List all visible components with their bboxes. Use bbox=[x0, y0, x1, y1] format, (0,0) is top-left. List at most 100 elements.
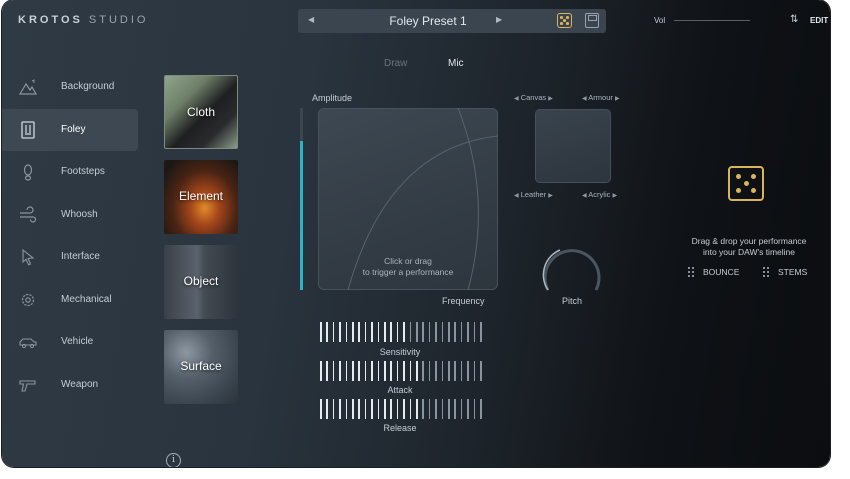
slider-tick bbox=[390, 399, 392, 419]
preset-name: Foley Preset 1 bbox=[389, 14, 467, 28]
slider-tick bbox=[467, 399, 469, 419]
slider-tick bbox=[435, 361, 437, 381]
sidebar-item-interface[interactable]: Interface bbox=[2, 236, 138, 279]
foley-box-icon bbox=[21, 120, 35, 139]
blend-top-right[interactable]: ◀ Armour ▶ bbox=[582, 93, 620, 102]
slider-tick bbox=[326, 322, 328, 342]
slider-tick bbox=[422, 399, 424, 419]
slider-tick bbox=[339, 361, 341, 381]
sensitivity-slider[interactable] bbox=[320, 322, 484, 342]
edit-button[interactable]: EDIT bbox=[810, 16, 828, 25]
preset-selector[interactable]: ◀ Foley Preset 1 ▶ bbox=[298, 9, 606, 33]
sidebar-item-weapon[interactable]: Weapon bbox=[2, 364, 138, 407]
slider-tick bbox=[460, 322, 463, 342]
pitch-label: Pitch bbox=[562, 296, 583, 306]
sidebar-item-vehicle[interactable]: Vehicle bbox=[2, 321, 138, 364]
slider-tick bbox=[454, 361, 456, 381]
blend-bottom-right[interactable]: ◀ Acrylic ▶ bbox=[582, 190, 617, 199]
randomize-performance-dice-icon[interactable] bbox=[728, 166, 764, 201]
category-sidebar: Background Foley Footsteps Whoosh Interf… bbox=[2, 66, 138, 406]
attack-slider[interactable] bbox=[320, 361, 484, 381]
slider-tick bbox=[467, 322, 469, 342]
slider-tick bbox=[364, 361, 367, 381]
sidebar-item-label: Background bbox=[61, 81, 115, 92]
release-slider[interactable] bbox=[320, 399, 484, 419]
tab-draw[interactable]: Draw bbox=[384, 58, 407, 69]
sidebar-item-footsteps[interactable]: Footsteps bbox=[2, 151, 138, 194]
sidebar-item-background[interactable]: Background bbox=[2, 66, 138, 109]
category-tile-surface[interactable]: Surface bbox=[164, 330, 238, 404]
sidebar-item-whoosh[interactable]: Whoosh bbox=[2, 194, 138, 237]
slider-tick bbox=[332, 361, 335, 381]
slider-tick bbox=[332, 322, 335, 342]
slider-tick bbox=[422, 361, 424, 381]
slider-tick bbox=[409, 361, 412, 381]
tile-label: Object bbox=[183, 274, 219, 288]
stems-button[interactable]: STEMS bbox=[763, 267, 807, 278]
slider-tick bbox=[448, 361, 450, 381]
slider-tick bbox=[441, 322, 444, 342]
performance-pad[interactable]: Click or drag to trigger a performance bbox=[318, 108, 498, 290]
drag-drop-instructions: Drag & drop your performance into your D… bbox=[691, 236, 807, 257]
whoosh-icon bbox=[20, 205, 37, 223]
prev-preset-icon[interactable]: ◀ bbox=[308, 15, 314, 24]
blend-bottom-left[interactable]: ◀ Leather ▶ bbox=[514, 190, 553, 199]
info-icon[interactable]: i bbox=[166, 453, 181, 467]
mountains-icon bbox=[19, 79, 37, 95]
category-tile-cloth[interactable]: Cloth bbox=[164, 75, 238, 149]
gear-icon bbox=[21, 293, 35, 306]
footprint-icon bbox=[23, 164, 33, 181]
slider-tick bbox=[390, 322, 392, 342]
blend-top-left[interactable]: ◀ Canvas ▶ bbox=[514, 93, 553, 102]
slider-tick bbox=[403, 361, 405, 381]
slider-tick bbox=[435, 322, 437, 342]
slider-tick bbox=[460, 361, 463, 381]
slider-tick bbox=[416, 322, 418, 342]
category-tile-element[interactable]: Element bbox=[164, 160, 238, 234]
bounce-button[interactable]: BOUNCE bbox=[688, 267, 739, 278]
slider-tick bbox=[441, 361, 444, 381]
save-icon[interactable] bbox=[585, 13, 599, 28]
sidebar-item-mechanical[interactable]: Mechanical bbox=[2, 279, 138, 322]
slider-tick bbox=[345, 361, 348, 381]
slider-tick bbox=[358, 361, 360, 381]
slider-tick bbox=[428, 399, 431, 419]
material-blend-pad[interactable] bbox=[535, 109, 611, 183]
slider-tick bbox=[320, 399, 322, 419]
slider-tick bbox=[448, 322, 450, 342]
slider-tick bbox=[358, 322, 360, 342]
slider-tick bbox=[454, 399, 456, 419]
tab-mic[interactable]: Mic bbox=[448, 58, 464, 69]
randomize-dice-icon[interactable] bbox=[557, 13, 572, 28]
volume-slider[interactable] bbox=[674, 20, 750, 21]
sliders-icon[interactable]: ⇅ bbox=[790, 14, 798, 25]
slider-tick bbox=[428, 361, 431, 381]
sidebar-item-label: Footsteps bbox=[61, 166, 105, 177]
slider-tick bbox=[352, 322, 354, 342]
slider-tick bbox=[416, 361, 418, 381]
pad-hint: Click or drag to trigger a performance bbox=[362, 256, 454, 277]
slider-tick bbox=[339, 399, 341, 419]
slider-tick bbox=[396, 361, 399, 381]
sidebar-item-label: Weapon bbox=[61, 378, 99, 390]
next-preset-icon[interactable]: ▶ bbox=[496, 15, 502, 24]
slider-tick bbox=[473, 399, 476, 419]
slider-tick bbox=[364, 399, 367, 419]
pitch-knob[interactable] bbox=[540, 238, 604, 296]
slider-tick bbox=[332, 399, 335, 419]
slider-tick bbox=[435, 399, 437, 419]
slider-tick bbox=[422, 322, 424, 342]
slider-tick bbox=[480, 399, 482, 419]
slider-tick bbox=[467, 361, 469, 381]
slider-tick bbox=[377, 361, 380, 381]
slider-tick bbox=[352, 361, 354, 381]
tile-label: Cloth bbox=[186, 105, 215, 119]
category-tile-object[interactable]: Object bbox=[164, 245, 238, 319]
sidebar-item-foley[interactable]: Foley bbox=[2, 108, 138, 151]
slider-tick bbox=[416, 399, 418, 419]
volume-label: Vol bbox=[654, 16, 666, 25]
sensitivity-label: Sensitivity bbox=[379, 347, 421, 357]
slider-tick bbox=[364, 322, 367, 342]
slider-tick bbox=[320, 322, 322, 342]
frequency-label: Frequency bbox=[442, 296, 485, 306]
